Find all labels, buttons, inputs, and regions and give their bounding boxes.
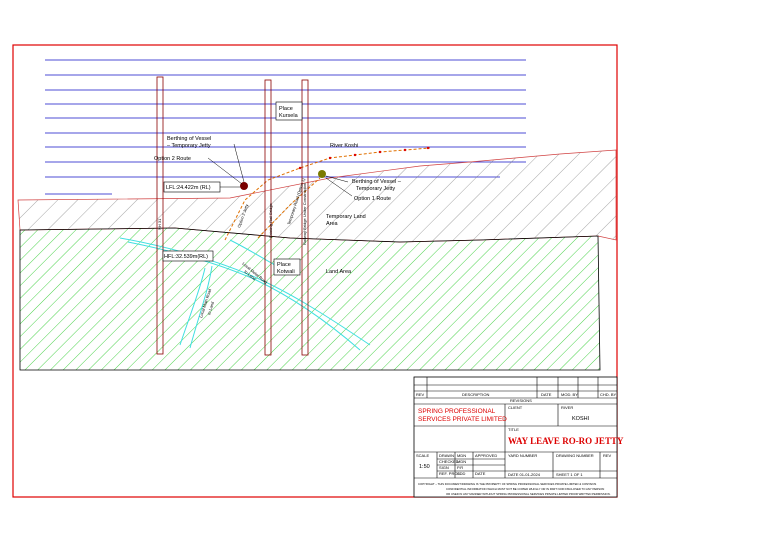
tb-date: DATE bbox=[541, 392, 552, 397]
tb-pr: P.R bbox=[457, 465, 463, 470]
river-koshi-label: River Koshi bbox=[330, 143, 358, 149]
tb-mdn2: MDN bbox=[457, 459, 466, 464]
tb-scale-value: 1:50 bbox=[419, 464, 430, 470]
nh31-label: NH 31 bbox=[157, 218, 162, 230]
tb-title-label: TITLE bbox=[508, 427, 519, 432]
tb-river-value: KOSHI bbox=[572, 416, 590, 422]
tb-description: DESCRIPTION bbox=[462, 392, 489, 397]
tb-copyright-2: CONFIDENTIAL INFORMATION WHICH MUST NOT … bbox=[446, 487, 604, 491]
tb-title-value: WAY LEAVE RO-RO JETTY bbox=[508, 436, 624, 446]
tb-rev: REV bbox=[416, 392, 425, 397]
land-area-label: Land Area bbox=[326, 269, 352, 275]
tb-sheet: SHEET 1 OF 1 bbox=[556, 472, 583, 477]
railway-bridge-label: Railway Bridge Under Construction bbox=[302, 183, 307, 245]
option2-route-label: Option 2 Route bbox=[154, 156, 191, 162]
tb-rev-short: REV bbox=[603, 453, 612, 458]
tb-copyright-1: COPYRIGHT – THIS DOCUMENT/DRAWING IS THE… bbox=[418, 482, 596, 486]
tb-sdd: SDD bbox=[457, 471, 466, 476]
temporary-land-area-1: Temporary Land bbox=[326, 214, 366, 220]
tb-chd-by: CHD. BY bbox=[600, 392, 617, 397]
tb-drawing-number: DRAWING NUMBER bbox=[556, 453, 594, 458]
tb-revisions: REVISIONS bbox=[510, 398, 532, 403]
existing-rail-label: Existing Rail Bridge bbox=[268, 203, 273, 238]
berthing-temp-right-2: Temporary Jetty bbox=[356, 186, 395, 192]
place-kursela-label-2: Kursela bbox=[279, 113, 299, 119]
tb-scale-label: SCALE bbox=[416, 453, 429, 458]
tb-approved: APPROVED bbox=[475, 453, 497, 458]
place-kotwali-label-2: Kotwali bbox=[277, 269, 295, 275]
tb-river-label: RIVER bbox=[561, 405, 573, 410]
berthing-temp-top-2: – Temporary Jetty bbox=[167, 143, 211, 149]
tb-yard-number: YARD NUMBER bbox=[508, 453, 537, 458]
option1-route-label: Option 1 Route bbox=[354, 196, 391, 202]
tb-company-2: SERVICES PRIVATE LIMITED bbox=[418, 416, 507, 423]
tb-mod-by: MOD. BY bbox=[561, 392, 578, 397]
place-kotwali-label-1: Place bbox=[277, 262, 291, 268]
temporary-land-area-2: Area bbox=[326, 221, 339, 227]
berthing-temp-top-1: Berthing of Vessel bbox=[167, 136, 211, 142]
hfl-label: HFL:32.539m(RL) bbox=[164, 254, 208, 260]
berthing-temp-right-1: Berthing of Vessel – bbox=[352, 179, 402, 185]
lfl-label: LFL:24.422m (RL) bbox=[166, 185, 211, 191]
tb-client-label: CLIENT bbox=[508, 405, 523, 410]
jetty-option1-mark bbox=[318, 170, 326, 178]
tb-issue-date: DATE 01-01-2024 bbox=[508, 472, 541, 477]
tb-date-short: DATE bbox=[475, 471, 486, 476]
tb-company-1: SPRING PROFESSIONAL bbox=[418, 408, 496, 415]
place-kursela-label-1: Place bbox=[279, 106, 293, 112]
site-plan-drawing: Place Kursela Berthing of Vessel – Tempo… bbox=[12, 44, 624, 498]
tb-drawn: DRAWN bbox=[439, 453, 454, 458]
tb-sign: SIGN bbox=[439, 465, 449, 470]
tb-copyright-3: OR USED IN ANY MANNER WITHOUT SPRING PRO… bbox=[446, 492, 611, 496]
tb-mdn: MDN bbox=[457, 453, 466, 458]
land-area bbox=[19, 227, 601, 371]
tb-checked: CHECKED bbox=[439, 459, 459, 464]
